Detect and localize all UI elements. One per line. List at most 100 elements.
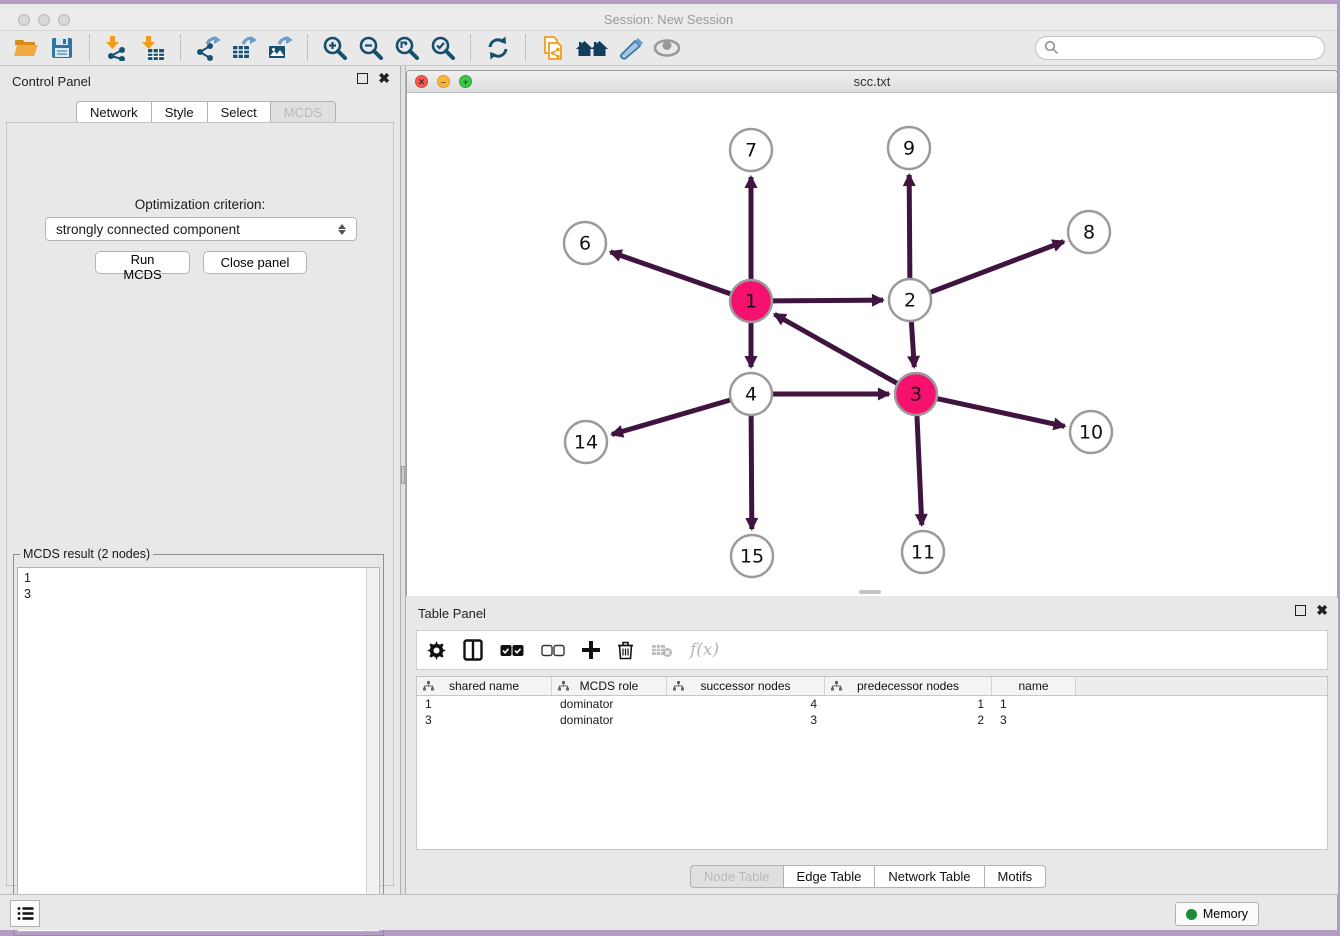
- table-row[interactable]: 3dominator323: [417, 712, 1327, 728]
- deselect-all-button[interactable]: [541, 644, 565, 657]
- open-folder-icon: [13, 35, 39, 61]
- open-file-button[interactable]: [10, 33, 42, 63]
- table-cell[interactable]: 4: [667, 696, 825, 712]
- add-row-button[interactable]: [582, 641, 600, 659]
- node-7[interactable]: 7: [730, 129, 772, 171]
- column-header-shared-name[interactable]: shared name: [417, 677, 552, 695]
- edge-3-10[interactable]: [937, 399, 1064, 427]
- toolbar-separator: [89, 35, 90, 61]
- tab-motifs[interactable]: Motifs: [984, 865, 1047, 888]
- edge-4-14[interactable]: [612, 400, 730, 434]
- export-network-button[interactable]: [192, 33, 224, 63]
- node-4[interactable]: 4: [730, 373, 772, 415]
- tab-network[interactable]: Network: [76, 101, 152, 124]
- zoom-fit-button[interactable]: [391, 33, 423, 63]
- table-cell[interactable]: dominator: [552, 712, 667, 728]
- table-cell[interactable]: dominator: [552, 696, 667, 712]
- hide-graphics-button[interactable]: [615, 33, 647, 63]
- column-header-predecessor-nodes[interactable]: predecessor nodes: [825, 677, 992, 695]
- node-label: 2: [904, 290, 916, 312]
- node-9[interactable]: 9: [888, 127, 930, 169]
- tab-node-table[interactable]: Node Table: [690, 865, 784, 888]
- application-window: Session: New Session: [0, 4, 1337, 926]
- edge-4-15[interactable]: [751, 416, 752, 529]
- node-label: 7: [745, 140, 757, 162]
- column-type-icon: [423, 681, 434, 691]
- close-table-panel-icon[interactable]: ✖: [1316, 605, 1328, 616]
- close-panel-icon[interactable]: ✖: [378, 73, 390, 84]
- edge-3-1[interactable]: [775, 314, 897, 383]
- copy-network-button[interactable]: [537, 33, 569, 63]
- divider-handle[interactable]: [401, 466, 405, 484]
- column-type-icon: [831, 681, 842, 691]
- select-all-button[interactable]: [500, 644, 524, 657]
- show-graphics-button[interactable]: [651, 33, 683, 63]
- delete-row-button[interactable]: [617, 640, 634, 660]
- zoom-in-button[interactable]: [319, 33, 351, 63]
- float-table-panel-icon[interactable]: [1295, 605, 1306, 616]
- node-1[interactable]: 1: [730, 280, 772, 322]
- column-header-successor-nodes[interactable]: successor nodes: [667, 677, 825, 695]
- node-14[interactable]: 14: [565, 421, 607, 463]
- node-15[interactable]: 15: [731, 535, 773, 577]
- import-network-button[interactable]: [101, 33, 133, 63]
- column-type-icon: [673, 681, 684, 691]
- table-cell[interactable]: 1: [992, 696, 1076, 712]
- table-cell[interactable]: 3: [992, 712, 1076, 728]
- node-11[interactable]: 11: [902, 531, 944, 573]
- criterion-select[interactable]: strongly connected component: [45, 217, 357, 241]
- delete-table-button[interactable]: [651, 643, 673, 658]
- node-10[interactable]: 10: [1070, 411, 1112, 453]
- export-image-icon: [267, 35, 293, 61]
- run-mcds-button[interactable]: Run MCDS: [95, 251, 190, 274]
- edge-2-8[interactable]: [931, 242, 1064, 293]
- table-settings-button[interactable]: [427, 641, 446, 660]
- export-table-button[interactable]: [228, 33, 260, 63]
- table-row[interactable]: 1dominator411: [417, 696, 1327, 712]
- network-hscrollbar[interactable]: [859, 590, 881, 594]
- column-header-name[interactable]: name: [992, 677, 1076, 695]
- result-line: 3: [24, 586, 373, 602]
- network-canvas[interactable]: 7 9 6 8 1 2 4 3 14 10 15 11: [407, 93, 1337, 596]
- close-panel-button[interactable]: Close panel: [203, 251, 307, 274]
- float-panel-icon[interactable]: [357, 73, 368, 84]
- import-table-button[interactable]: [137, 33, 169, 63]
- save-session-button[interactable]: [46, 33, 78, 63]
- table-cell[interactable]: 1: [417, 696, 552, 712]
- node-3[interactable]: 3: [895, 373, 937, 415]
- table-cell[interactable]: 2: [825, 712, 992, 728]
- edge-1-6[interactable]: [610, 252, 730, 294]
- zoom-selected-button[interactable]: [427, 33, 459, 63]
- network-graph[interactable]: 7 9 6 8 1 2 4 3 14 10 15 11: [407, 93, 1337, 596]
- tab-style[interactable]: Style: [151, 101, 208, 124]
- edge-3-11[interactable]: [917, 416, 922, 525]
- result-scrollbar[interactable]: [366, 568, 379, 931]
- search-input[interactable]: [1035, 36, 1325, 60]
- task-history-button[interactable]: [10, 900, 40, 927]
- show-all-button[interactable]: [573, 33, 611, 63]
- refresh-view-button[interactable]: [482, 33, 514, 63]
- node-6[interactable]: 6: [564, 222, 606, 264]
- table-cell[interactable]: 3: [417, 712, 552, 728]
- tab-mcds[interactable]: MCDS: [270, 101, 336, 124]
- show-columns-button[interactable]: [463, 639, 483, 661]
- tab-network-table[interactable]: Network Table: [874, 865, 984, 888]
- edge-2-3[interactable]: [911, 322, 914, 367]
- zoom-out-button[interactable]: [355, 33, 387, 63]
- table-cell-filler: [1076, 696, 1327, 712]
- edge-2-9[interactable]: [909, 175, 910, 278]
- edge-1-2[interactable]: [773, 300, 883, 301]
- column-header-MCDS-role[interactable]: MCDS role: [552, 677, 667, 695]
- memory-button[interactable]: Memory: [1175, 902, 1259, 926]
- list-icon: [17, 906, 34, 921]
- copy-network-icon: [540, 35, 566, 61]
- table-cell[interactable]: 3: [667, 712, 825, 728]
- export-image-button[interactable]: [264, 33, 296, 63]
- table-cell[interactable]: 1: [825, 696, 992, 712]
- node-8[interactable]: 8: [1068, 211, 1110, 253]
- tab-select[interactable]: Select: [207, 101, 271, 124]
- tab-edge-table[interactable]: Edge Table: [783, 865, 876, 888]
- node-2[interactable]: 2: [889, 279, 931, 321]
- function-builder-button[interactable]: f(x): [690, 640, 719, 660]
- criterion-selected-value: strongly connected component: [56, 222, 240, 237]
